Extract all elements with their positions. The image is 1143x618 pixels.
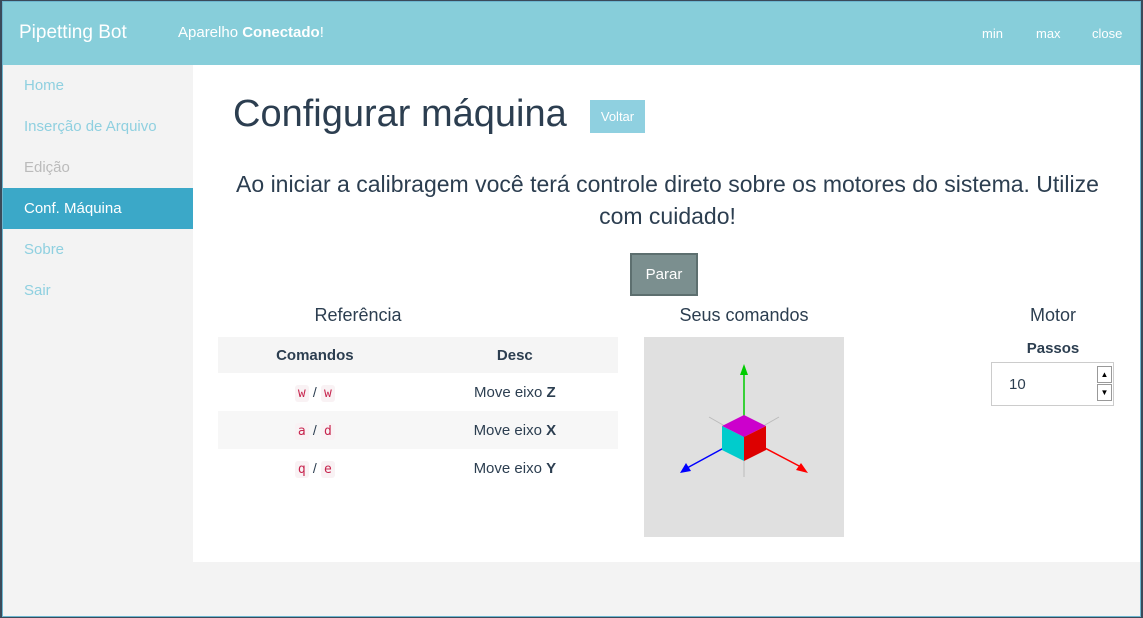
z-axis-arrow [680, 463, 691, 473]
table-row: a / d Move eixo X [218, 411, 618, 449]
reference-title: Referência [314, 305, 402, 325]
app-window: Pipetting Bot Aparelho Conectado! min ma… [2, 1, 1141, 617]
y-axis-arrow [740, 364, 748, 375]
status-connected: Conectado [242, 24, 320, 41]
sidebar-item-edit: Edição [24, 159, 70, 176]
key-separator: / [312, 459, 317, 476]
steps-value[interactable]: 10 [1009, 376, 1026, 393]
command-keys: w / w [218, 373, 412, 411]
page-title: Configurar máquina [233, 93, 567, 135]
sidebar: Home Inserção de Arquivo Edição Conf. Má… [3, 65, 193, 616]
key: q [294, 460, 309, 478]
sidebar-item-about[interactable]: Sobre [3, 229, 193, 270]
close-button[interactable]: close [1092, 26, 1122, 41]
command-desc: Move eixo X [411, 411, 618, 449]
key: a [294, 422, 309, 440]
table-row: w / w Move eixo Z [218, 373, 618, 411]
desc-text: Move eixo [473, 459, 547, 477]
desc-text: Move eixo [473, 421, 547, 439]
command-keys: a / d [218, 411, 412, 449]
axis-cube-scene [680, 364, 808, 477]
connection-status: Aparelho Conectado! [178, 24, 324, 41]
back-button[interactable]: Voltar [590, 100, 645, 133]
column-header-desc: Desc [411, 337, 618, 373]
desc-text: Move eixo [473, 383, 547, 401]
increment-arrow-icon[interactable]: ▲ [1097, 366, 1112, 383]
reference-table: Comandos Desc w / w Move eixo Z a / d Mo… [218, 337, 618, 487]
app-title: Pipetting Bot [19, 22, 127, 43]
sidebar-item-machine-config[interactable]: Conf. Máquina [3, 188, 193, 229]
status-prefix: Aparelho [178, 24, 243, 41]
table-row: q / e Move eixo Y [218, 449, 618, 487]
key: w [320, 384, 335, 402]
key: e [320, 460, 335, 478]
sidebar-item-exit[interactable]: Sair [3, 270, 193, 311]
table-header-row: Comandos Desc [218, 337, 618, 373]
steps-stepper[interactable]: 10 ▲ ▼ [991, 362, 1114, 406]
command-keys: q / e [218, 449, 412, 487]
sidebar-item-file-insert[interactable]: Inserção de Arquivo [3, 106, 193, 147]
main-content: Configurar máquina Voltar Ao iniciar a c… [193, 65, 1140, 562]
axis-name: Y [546, 459, 557, 477]
motor-title: Motor [1029, 305, 1076, 325]
minimize-button[interactable]: min [982, 26, 1003, 41]
calibration-warning: Ao iniciar a calibragem você terá contro… [236, 171, 1099, 229]
command-desc: Move eixo Y [412, 449, 618, 487]
command-desc: Move eixo Z [412, 373, 618, 411]
3d-viewer[interactable] [644, 337, 844, 537]
maximize-button[interactable]: max [1036, 26, 1061, 41]
key-separator: / [312, 421, 317, 438]
key: w [294, 384, 309, 402]
steps-label: Passos [1026, 340, 1080, 357]
stop-button[interactable]: Parar [630, 253, 698, 296]
key-separator: / [312, 383, 317, 400]
status-suffix: ! [319, 24, 324, 41]
top-bar: Pipetting Bot Aparelho Conectado! min ma… [3, 2, 1140, 65]
axis-name: Z [546, 383, 556, 401]
axis-name: X [546, 421, 557, 439]
sidebar-item-home[interactable]: Home [3, 65, 193, 106]
commands-title: Seus comandos [679, 305, 809, 325]
decrement-arrow-icon[interactable]: ▼ [1097, 384, 1112, 401]
column-header-commands: Comandos [218, 337, 412, 373]
key: d [320, 422, 335, 440]
